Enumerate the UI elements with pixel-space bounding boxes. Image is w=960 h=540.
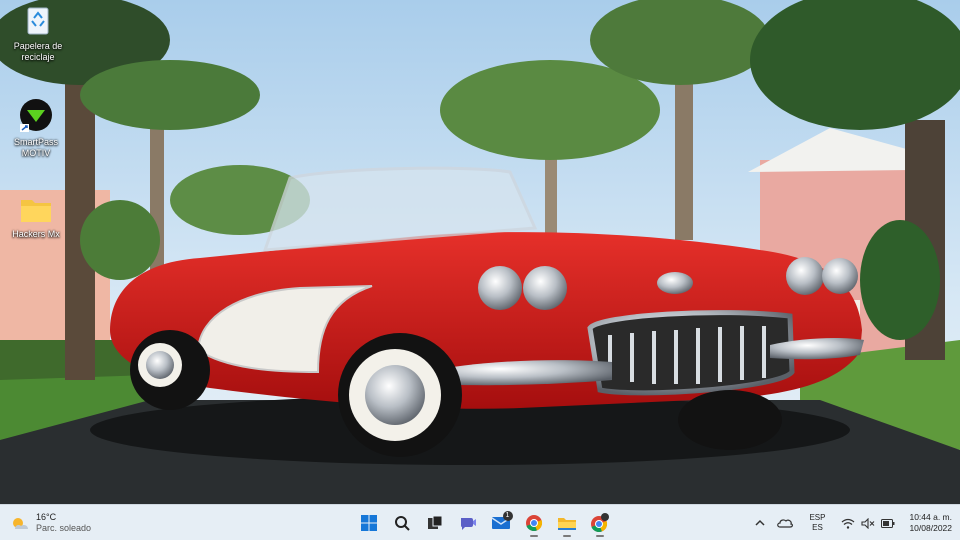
file-explorer-icon [557,517,576,530]
file-explorer-button[interactable] [552,509,582,537]
mail-notification-badge: 1 [502,511,513,521]
language-indicator[interactable]: ESP ES [809,513,825,533]
desktop-icon-smartpass[interactable]: SmartPass MOTIV [0,98,72,159]
cloud-icon [777,519,794,528]
clock-time: 10:44 a. m. [909,512,952,522]
chrome-profile-icon [590,513,609,533]
smartpass-app-icon [20,99,52,132]
search-icon [394,516,410,531]
speaker-muted-icon [861,517,875,529]
start-button[interactable] [354,509,384,537]
battery-button[interactable] [881,518,895,528]
taskbar: 16°C Parc. soleado 1 ESP ES 10:44 a. m. … [0,504,960,540]
language-code: ESP [809,513,826,522]
taskbar-apps: 1 [352,509,616,537]
weather-temperature: 16°C [36,512,57,522]
partly-sunny-icon [13,518,28,529]
folder-icon [21,200,51,222]
wifi-icon [842,518,855,529]
clock-date: 10/08/2022 [909,523,952,533]
clock[interactable]: 10:44 a. m. 10/08/2022 [909,512,952,534]
desktop-icon-label: Papelera de reciclaje [13,41,63,62]
desktop-wallpaper [0,0,960,504]
desktop-icon-label: SmartPass MOTIV [13,137,58,158]
keyboard-layout: ES [812,523,823,532]
weather-condition: Parc. soleado [36,523,92,533]
windows-start-icon [360,515,377,531]
show-hidden-icons-button[interactable] [755,519,765,527]
video-chat-icon [460,518,476,530]
chevron-up-icon [755,519,765,526]
desktop-icon-folder[interactable]: Hackers Mx [0,196,72,240]
volume-button[interactable] [861,517,875,529]
desktop-icon-label: Hackers Mx [12,229,60,239]
desktop-icon-recycle-bin[interactable]: Papelera de reciclaje [2,4,74,63]
wifi-button[interactable] [841,518,855,529]
task-view-icon [427,515,442,529]
mail-button[interactable]: 1 [486,509,516,537]
chrome-button[interactable] [519,509,549,537]
weather-widget[interactable]: 16°C Parc. soleado [10,511,91,535]
search-button[interactable] [387,509,417,537]
onedrive-button[interactable] [777,518,794,528]
teams-chat-button[interactable] [453,509,483,537]
task-view-button[interactable] [420,509,450,537]
chrome-profile-button[interactable] [585,509,615,537]
system-tray: ESP ES 10:44 a. m. 10/08/2022 [749,509,952,537]
recycle-bin-icon [27,7,49,35]
battery-icon [881,518,895,528]
chrome-icon [525,515,542,532]
